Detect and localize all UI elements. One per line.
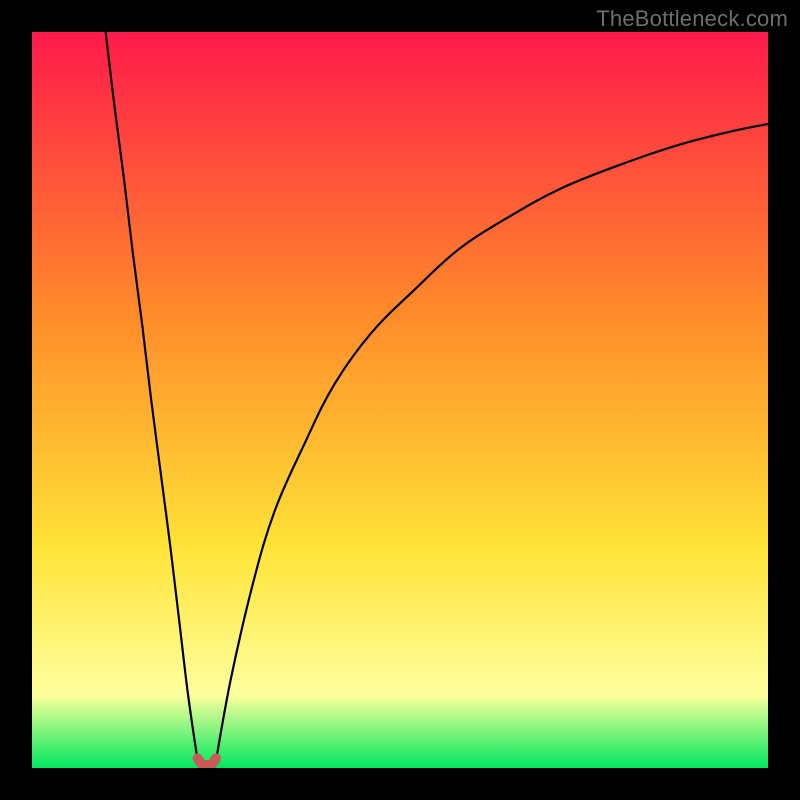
chart-frame: TheBottleneck.com: [0, 0, 800, 800]
bottleneck-curve-chart: [32, 32, 768, 768]
gradient-background: [32, 32, 768, 768]
watermark-text: TheBottleneck.com: [596, 6, 788, 32]
plot-area: [32, 32, 768, 768]
